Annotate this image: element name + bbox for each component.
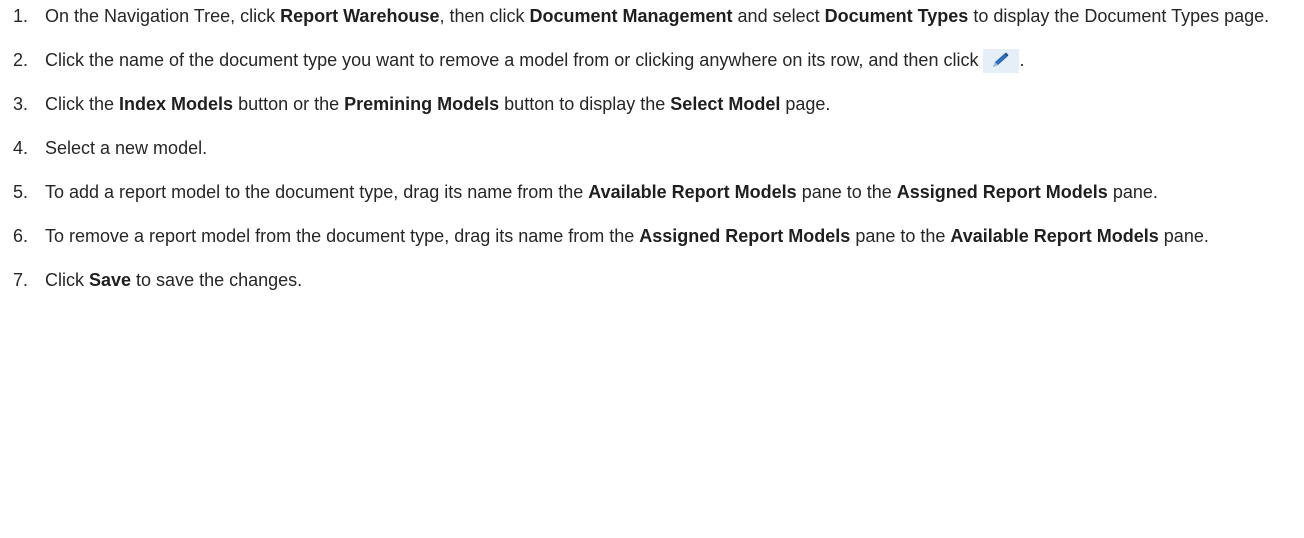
step-number: 1. <box>13 6 29 26</box>
step-number: 4. <box>13 138 29 158</box>
ui-term-select-model: Select Model <box>670 94 781 114</box>
ui-term-premining-models: Premining Models <box>344 94 500 114</box>
ui-term-document-types: Document Types <box>824 6 969 26</box>
step-text: On the Navigation Tree, click <box>45 6 281 26</box>
ui-term-document-management: Document Management <box>529 6 733 26</box>
step-text: page. <box>780 94 831 114</box>
ui-term-report-warehouse: Report Warehouse <box>280 6 440 26</box>
step-text: button to display the <box>499 94 671 114</box>
step-text: To remove a report model from the docume… <box>45 226 640 246</box>
ui-term-save: Save <box>89 270 132 290</box>
instruction-steps: 1. On the Navigation Tree, click Report … <box>0 0 1304 296</box>
step-number: 5. <box>13 182 29 202</box>
step-text: To add a report model to the document ty… <box>45 182 589 202</box>
step-text: pane. <box>1107 182 1158 202</box>
step-1: 1. On the Navigation Tree, click Report … <box>0 0 1304 32</box>
step-text: Click the name of the document type you … <box>45 50 979 70</box>
step-text: Click <box>45 270 89 290</box>
step-text: Select a new model. <box>45 138 208 158</box>
step-text: , then click <box>439 6 530 26</box>
step-text: button or the <box>233 94 345 114</box>
edit-pencil-icon <box>983 49 1020 74</box>
step-number: 2. <box>13 50 29 70</box>
ui-term-available-report-models: Available Report Models <box>950 226 1159 246</box>
step-text: pane. <box>1158 226 1209 246</box>
ui-term-index-models: Index Models <box>119 94 234 114</box>
step-text: to display the Document Types page. <box>968 6 1270 26</box>
step-text: to save the changes. <box>131 270 303 290</box>
ui-term-assigned-report-models: Assigned Report Models <box>639 226 851 246</box>
step-6: 6. To remove a report model from the doc… <box>0 220 1304 252</box>
step-4: 4. Select a new model. <box>0 132 1304 164</box>
ui-term-available-report-models: Available Report Models <box>588 182 797 202</box>
step-text: pane to the <box>796 182 897 202</box>
step-text: and select <box>732 6 825 26</box>
step-text: pane to the <box>850 226 951 246</box>
step-number: 6. <box>13 226 29 246</box>
ui-term-assigned-report-models: Assigned Report Models <box>896 182 1108 202</box>
step-7: 7. Click Save to save the changes. <box>0 264 1304 296</box>
step-2: 2. Click the name of the document type y… <box>0 44 1304 76</box>
step-text: Click the <box>45 94 120 114</box>
step-5: 5. To add a report model to the document… <box>0 176 1304 208</box>
step-number: 3. <box>13 94 29 114</box>
step-number: 7. <box>13 270 29 290</box>
step-3: 3. Click the Index Models button or the … <box>0 88 1304 120</box>
step-text: . <box>1019 50 1025 70</box>
